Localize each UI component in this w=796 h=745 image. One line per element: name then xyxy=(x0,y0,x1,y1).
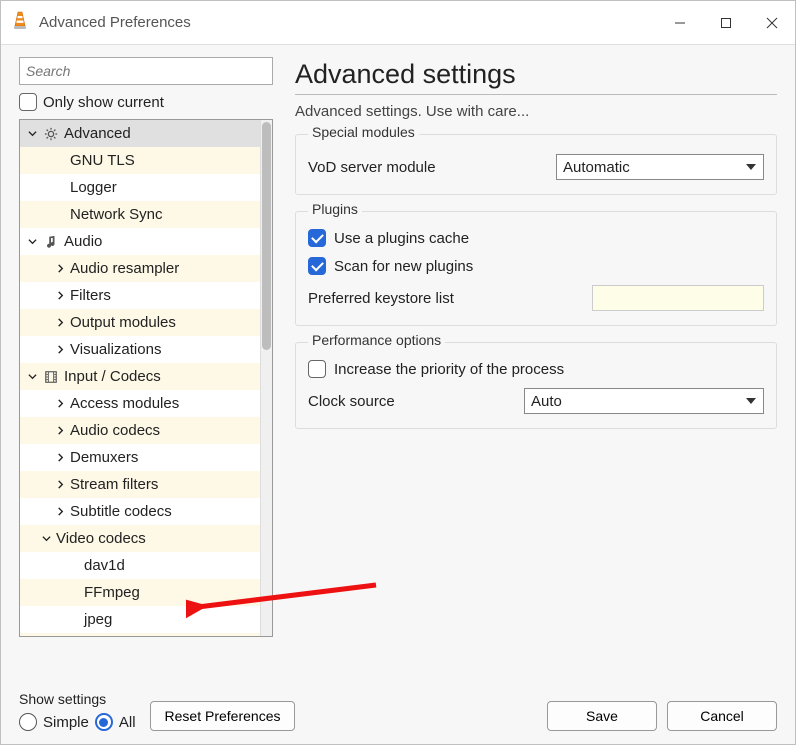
tree-item-input-codecs[interactable]: Input / Codecs xyxy=(20,363,260,390)
tree-item-dav1d[interactable]: dav1d xyxy=(20,552,260,579)
use-plugins-cache-checkbox[interactable]: Use a plugins cache xyxy=(308,229,764,247)
sidebar: Only show current Advanced GNU TLS Logger N… xyxy=(19,57,273,673)
note-icon xyxy=(40,235,62,249)
group-legend: Plugins xyxy=(308,201,362,217)
tree-item-qsv[interactable]: qsv xyxy=(20,633,260,636)
chevron-down-icon xyxy=(24,237,40,246)
search-input[interactable] xyxy=(19,57,273,85)
tree-item-label: dav1d xyxy=(82,557,125,574)
radio-simple[interactable] xyxy=(19,713,37,731)
settings-panel: Advanced settings Advanced settings. Use… xyxy=(295,57,777,673)
tree-item-stream-filters[interactable]: Stream filters xyxy=(20,471,260,498)
chevron-right-icon xyxy=(52,507,68,516)
group-special-modules: Special modules VoD server module Automa… xyxy=(295,134,777,195)
chevron-right-icon xyxy=(52,345,68,354)
save-button[interactable]: Save xyxy=(547,701,657,731)
only-show-current-checkbox[interactable]: Only show current xyxy=(19,93,273,111)
tree-item-label: GNU TLS xyxy=(68,152,135,169)
tree-item-label: Stream filters xyxy=(68,476,158,493)
group-legend: Special modules xyxy=(308,124,419,140)
group-performance: Performance options Increase the priorit… xyxy=(295,342,777,429)
keystore-label: Preferred keystore list xyxy=(308,290,582,307)
app-icon xyxy=(5,11,35,35)
tree-item-label: Demuxers xyxy=(68,449,138,466)
tree-item-label: Visualizations xyxy=(68,341,161,358)
tree-item-subtitle-codecs[interactable]: Subtitle codecs xyxy=(20,498,260,525)
tree-item-label: Audio codecs xyxy=(68,422,160,439)
show-settings-label: Show settings xyxy=(19,691,150,707)
close-button[interactable] xyxy=(749,1,795,45)
tree-item-output-modules[interactable]: Output modules xyxy=(20,309,260,336)
chevron-down-icon xyxy=(38,534,54,543)
tree-item-label: Video codecs xyxy=(54,530,146,547)
checkbox-checked-icon xyxy=(308,257,326,275)
settings-heading: Advanced settings xyxy=(295,59,777,90)
titlebar: Advanced Preferences xyxy=(1,1,795,45)
tree-item-label: Input / Codecs xyxy=(62,368,161,385)
tree-item-label: Audio xyxy=(62,233,102,250)
group-plugins: Plugins Use a plugins cache Scan for new… xyxy=(295,211,777,326)
settings-tree: Advanced GNU TLS Logger Network Sync Audio Au… xyxy=(19,119,273,637)
tree-scrollbar[interactable] xyxy=(260,120,272,636)
only-show-current-label: Only show current xyxy=(43,94,164,111)
tree-item-label: Advanced xyxy=(62,125,131,142)
tree-item-label: FFmpeg xyxy=(82,584,140,601)
chevron-right-icon xyxy=(52,318,68,327)
chevron-right-icon xyxy=(52,399,68,408)
tree-item-gnu-tls[interactable]: GNU TLS xyxy=(20,147,260,174)
window-title: Advanced Preferences xyxy=(35,14,657,31)
tree-item-demuxers[interactable]: Demuxers xyxy=(20,444,260,471)
tree-item-label: Subtitle codecs xyxy=(68,503,172,520)
tree-item-video-codecs[interactable]: Video codecs xyxy=(20,525,260,552)
settings-subtitle: Advanced settings. Use with care... xyxy=(295,103,777,120)
group-legend: Performance options xyxy=(308,332,445,348)
tree-item-audio-resampler[interactable]: Audio resampler xyxy=(20,255,260,282)
radio-all[interactable] xyxy=(95,713,113,731)
clock-source-label: Clock source xyxy=(308,393,514,410)
tree-item-logger[interactable]: Logger xyxy=(20,174,260,201)
tree-item-audio[interactable]: Audio xyxy=(20,228,260,255)
chevron-right-icon xyxy=(52,291,68,300)
tree-item-access-modules[interactable]: Access modules xyxy=(20,390,260,417)
increase-priority-checkbox[interactable]: Increase the priority of the process xyxy=(308,360,764,378)
gear-icon xyxy=(40,127,62,141)
clock-source-select[interactable]: Auto xyxy=(524,388,764,414)
footer: Show settings Simple All Reset Preferenc… xyxy=(1,681,795,745)
chevron-right-icon xyxy=(52,426,68,435)
tree-item-label: Logger xyxy=(68,179,117,196)
tree-item-audio-codecs[interactable]: Audio codecs xyxy=(20,417,260,444)
tree-item-filters[interactable]: Filters xyxy=(20,282,260,309)
tree-item-label: Audio resampler xyxy=(68,260,179,277)
tree-item-network-sync[interactable]: Network Sync xyxy=(20,201,260,228)
chevron-down-icon xyxy=(24,372,40,381)
chevron-down-icon xyxy=(24,129,40,138)
chevron-right-icon xyxy=(52,480,68,489)
chevron-right-icon xyxy=(52,264,68,273)
tree-item-label: Access modules xyxy=(68,395,179,412)
tree-item-jpeg[interactable]: jpeg xyxy=(20,606,260,633)
reset-preferences-button[interactable]: Reset Preferences xyxy=(150,701,296,731)
tree-item-label: Network Sync xyxy=(68,206,163,223)
checkbox-checked-icon xyxy=(308,229,326,247)
tree-item-ffmpeg[interactable]: FFmpeg xyxy=(20,579,260,606)
tree-item-visualizations[interactable]: Visualizations xyxy=(20,336,260,363)
minimize-button[interactable] xyxy=(657,1,703,45)
vod-label: VoD server module xyxy=(308,159,546,176)
tree-item-label: qsv xyxy=(82,633,107,636)
radio-simple-label: Simple xyxy=(43,714,89,731)
film-icon xyxy=(40,370,62,384)
vod-select[interactable]: Automatic xyxy=(556,154,764,180)
scan-new-plugins-checkbox[interactable]: Scan for new plugins xyxy=(308,257,764,275)
checkbox-icon xyxy=(308,360,326,378)
tree-item-label: Output modules xyxy=(68,314,176,331)
cancel-button[interactable]: Cancel xyxy=(667,701,777,731)
tree-item-advanced[interactable]: Advanced xyxy=(20,120,260,147)
chevron-right-icon xyxy=(52,453,68,462)
maximize-button[interactable] xyxy=(703,1,749,45)
radio-all-label: All xyxy=(119,714,136,731)
tree-item-label: Filters xyxy=(68,287,111,304)
checkbox-icon xyxy=(19,93,37,111)
tree-item-label: jpeg xyxy=(82,611,112,628)
keystore-input[interactable] xyxy=(592,285,764,311)
